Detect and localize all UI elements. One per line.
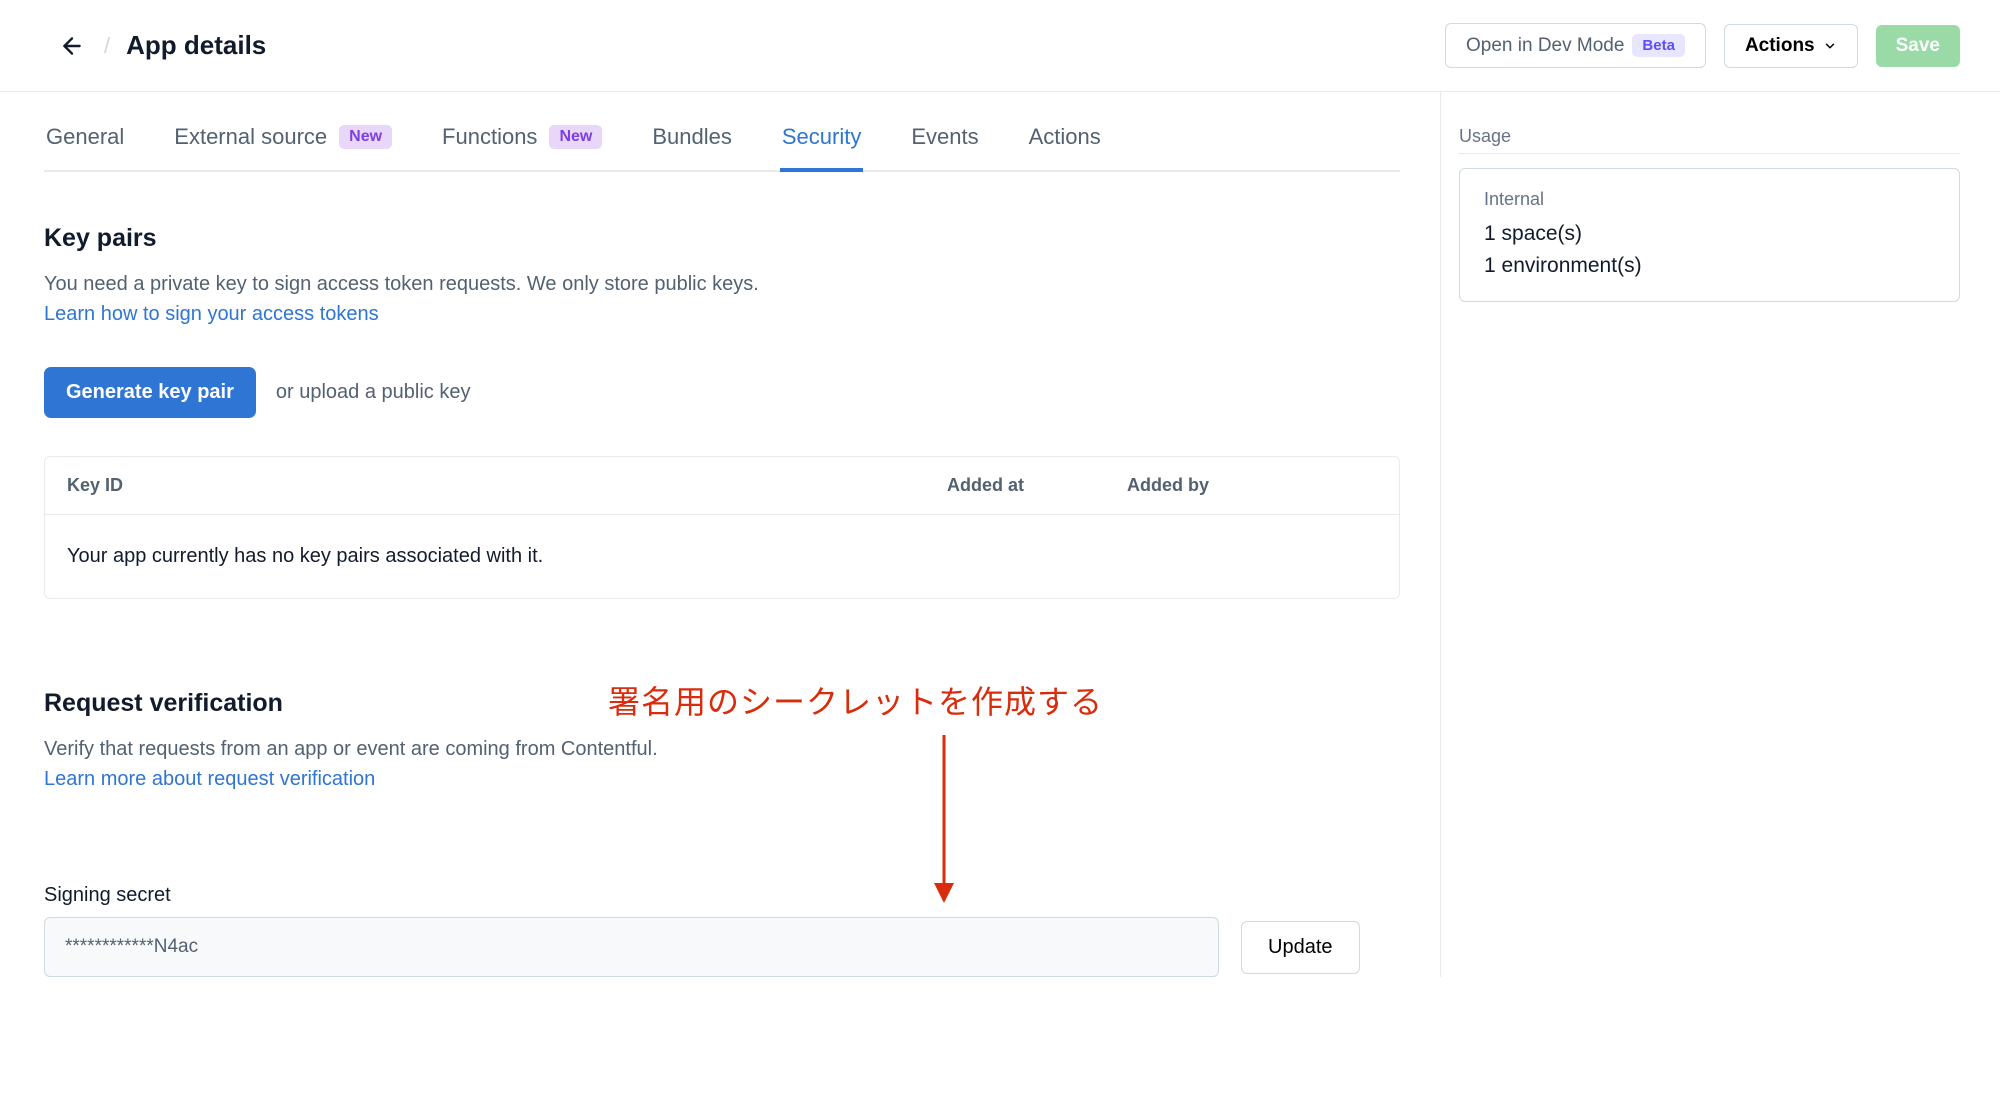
annotation-arrow-icon <box>924 735 964 905</box>
request-verification-section: Request verification Verify that request… <box>44 689 1400 977</box>
topbar: / App details Open in Dev Mode Beta Acti… <box>0 0 2000 92</box>
usage-card: Internal 1 space(s) 1 environment(s) <box>1459 168 1960 302</box>
dev-mode-label: Open in Dev Mode <box>1466 35 1624 57</box>
keypair-actions: Generate key pair or upload a public key <box>44 367 1400 418</box>
signing-controls: Update <box>44 917 1400 977</box>
table-head: Key ID Added at Added by <box>45 457 1399 515</box>
request-verification-description: Verify that requests from an app or even… <box>44 734 1400 764</box>
chevron-down-icon <box>1823 39 1837 53</box>
back-button[interactable] <box>56 30 88 62</box>
tab-events[interactable]: Events <box>909 106 980 170</box>
generate-key-pair-button[interactable]: Generate key pair <box>44 367 256 418</box>
signing-secret-input[interactable] <box>44 917 1219 977</box>
tab-label: Actions <box>1029 124 1101 150</box>
tab-label: Security <box>782 124 861 150</box>
main-content: General External sourceNew FunctionsNew … <box>0 92 1440 977</box>
keypairs-learn-link[interactable]: Learn how to sign your access tokens <box>44 303 379 325</box>
keypairs-description: You need a private key to sign access to… <box>44 269 1400 299</box>
annotation-text: 署名用のシークレットを作成する <box>608 677 1103 723</box>
upload-public-key-text: or upload a public key <box>276 381 471 404</box>
save-button[interactable]: Save <box>1876 25 1960 67</box>
layout: General External sourceNew FunctionsNew … <box>0 92 2000 977</box>
topbar-right: Open in Dev Mode Beta Actions Save <box>1445 23 1960 68</box>
tab-general[interactable]: General <box>44 106 126 170</box>
page-title: App details <box>126 30 266 61</box>
tab-label: Bundles <box>652 124 732 150</box>
th-added-by: Added by <box>1127 475 1377 496</box>
th-added-at: Added at <box>947 475 1127 496</box>
tabs: General External sourceNew FunctionsNew … <box>44 106 1400 172</box>
table-empty-row: Your app currently has no key pairs asso… <box>45 515 1399 598</box>
usage-environments: 1 environment(s) <box>1484 250 1935 282</box>
tab-label: Functions <box>442 124 537 150</box>
tab-functions[interactable]: Functions New <box>440 106 604 170</box>
update-button[interactable]: Update <box>1241 921 1360 974</box>
tab-label: External source <box>174 124 327 150</box>
open-dev-mode-button[interactable]: Open in Dev Mode Beta <box>1445 23 1706 68</box>
new-badge: New <box>549 125 602 149</box>
breadcrumb-separator: / <box>104 33 110 59</box>
signing-secret-label: Signing secret <box>44 884 1400 907</box>
tab-external-source[interactable]: External source New <box>172 106 394 170</box>
topbar-left: / App details <box>56 30 266 62</box>
tab-label: General <box>46 124 124 150</box>
signing-secret-row: Signing secret Update <box>44 884 1400 977</box>
tab-actions[interactable]: Actions <box>1027 106 1103 170</box>
actions-menu-button[interactable]: Actions <box>1724 24 1858 68</box>
th-key-id: Key ID <box>67 475 947 496</box>
keypairs-heading: Key pairs <box>44 224 1400 253</box>
beta-badge: Beta <box>1632 34 1685 57</box>
keypairs-table: Key ID Added at Added by Your app curren… <box>44 456 1400 599</box>
tab-security[interactable]: Security <box>780 106 863 170</box>
actions-label: Actions <box>1745 35 1815 57</box>
keypairs-section: Key pairs You need a private key to sign… <box>44 224 1400 599</box>
arrow-left-icon <box>59 33 85 59</box>
tab-bundles[interactable]: Bundles <box>650 106 734 170</box>
usage-title: Usage <box>1459 126 1960 154</box>
tab-label: Events <box>911 124 978 150</box>
usage-card-label: Internal <box>1484 189 1935 210</box>
usage-spaces: 1 space(s) <box>1484 218 1935 250</box>
new-badge: New <box>339 125 392 149</box>
request-verification-learn-link[interactable]: Learn more about request verification <box>44 768 375 790</box>
sidebar: Usage Internal 1 space(s) 1 environment(… <box>1440 92 2000 977</box>
